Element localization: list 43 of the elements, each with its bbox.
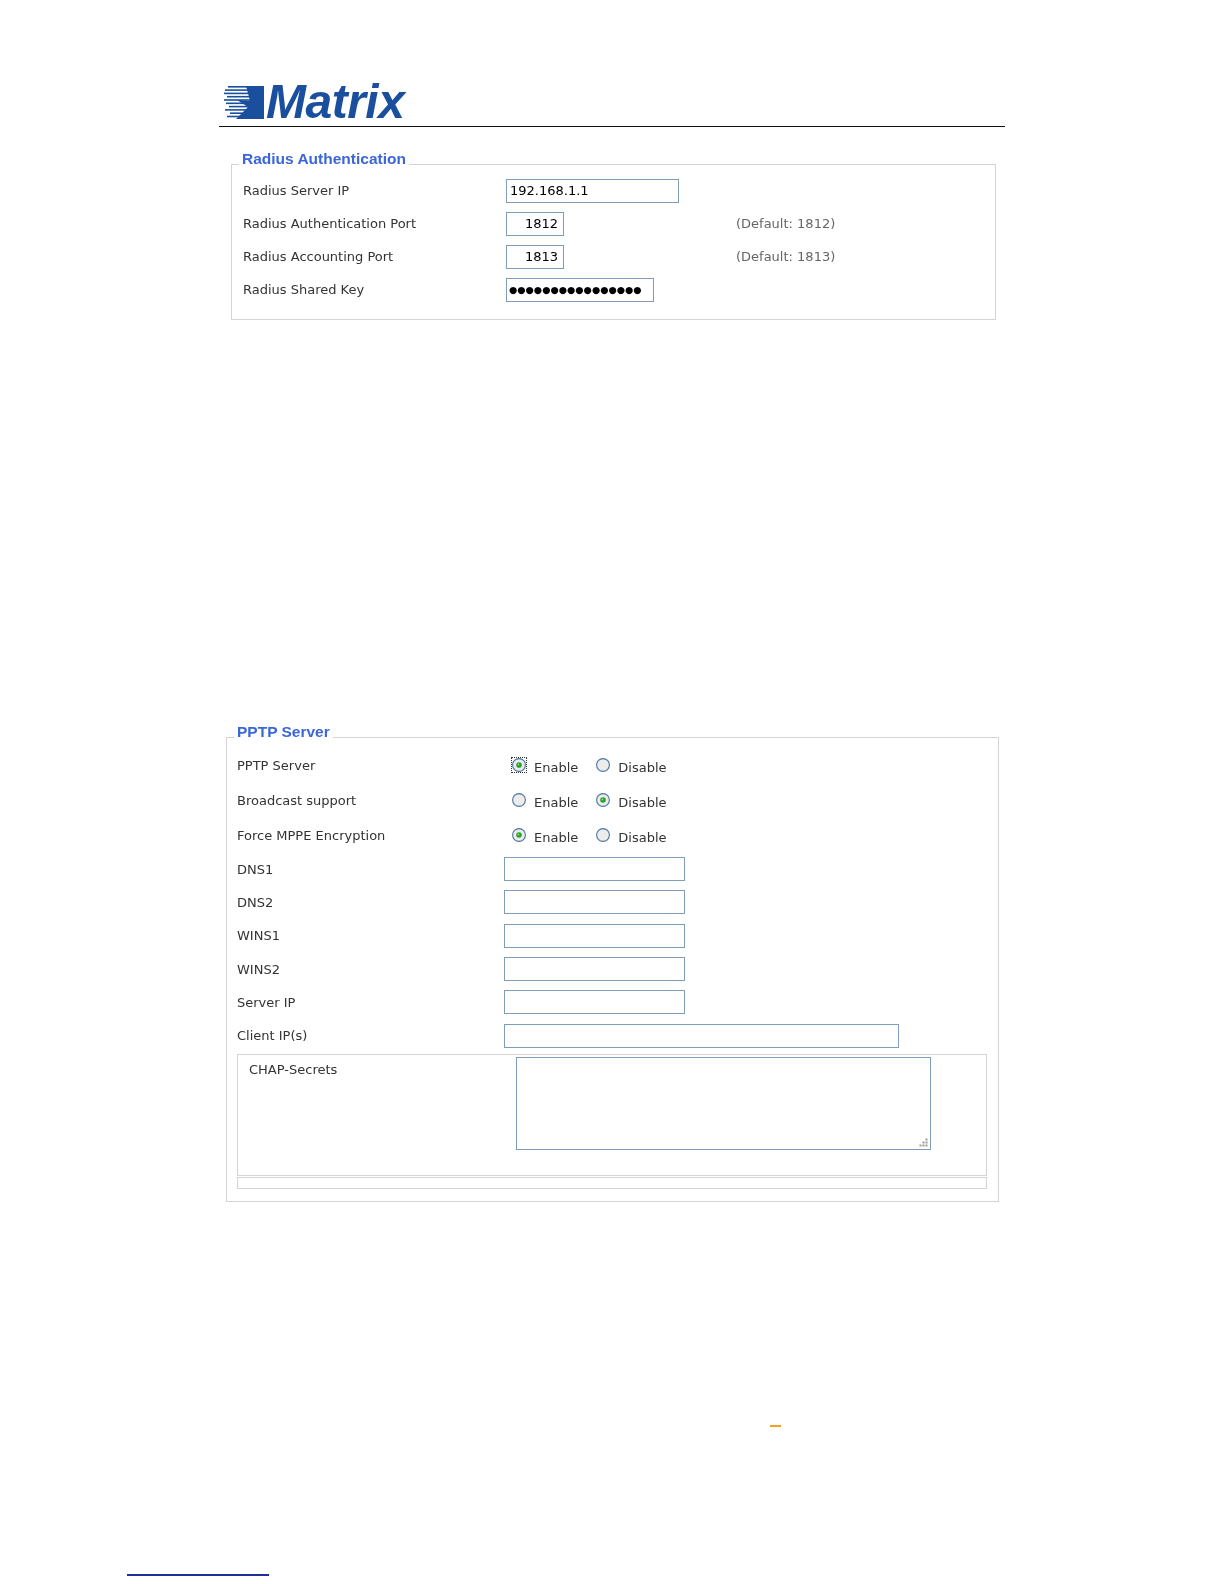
resize-grip-icon[interactable]	[919, 1138, 928, 1148]
radio-button[interactable]	[595, 827, 612, 843]
input-field[interactable]: 192.168.1.1	[506, 178, 679, 203]
field-label: Force MPPE Encryption	[237, 827, 387, 843]
field-label: Client IP(s)	[237, 1028, 309, 1044]
text-area-field[interactable]	[516, 1057, 931, 1151]
password-field[interactable]: ●●●●●●●●●●●●●●●●	[506, 277, 654, 302]
option-label[interactable]: Enable	[534, 759, 579, 775]
logo-wordmark: Matrix	[266, 83, 405, 121]
field-label: PPTP Server	[237, 757, 317, 773]
field-label: Broadcast support	[237, 792, 358, 808]
field-label: WINS1	[237, 928, 281, 944]
input-field[interactable]	[504, 890, 685, 915]
field-label: DNS1	[237, 861, 275, 877]
field-label: DNS2	[237, 894, 275, 910]
fieldset-legend: Radius Authentication	[239, 150, 409, 168]
option-label[interactable]: Enable	[534, 829, 579, 845]
input-field[interactable]	[504, 1023, 899, 1048]
radio-button[interactable]	[511, 792, 527, 808]
field-label: CHAP-Secrets	[248, 1061, 339, 1078]
field-label: Radius Server IP	[243, 183, 351, 198]
default-hint: (Default: 1812)	[736, 216, 837, 231]
radio-button[interactable]	[511, 757, 527, 773]
input-field[interactable]	[504, 957, 685, 982]
input-field[interactable]	[504, 923, 685, 948]
field-label: Radius Shared Key	[243, 282, 366, 297]
input-field[interactable]	[504, 857, 685, 882]
option-label[interactable]: Disable	[618, 794, 667, 810]
field-label: WINS2	[237, 961, 281, 977]
field-label: Radius Authentication Port	[243, 216, 418, 231]
input-field[interactable]	[504, 990, 685, 1015]
radio-button[interactable]	[595, 792, 612, 808]
field-label: Radius Accounting Port	[243, 249, 395, 264]
option-label[interactable]: Enable	[534, 794, 579, 810]
default-hint: (Default: 1813)	[736, 249, 837, 264]
option-label[interactable]: Disable	[618, 759, 667, 775]
input-field[interactable]: 1813	[506, 244, 564, 269]
radio-button[interactable]	[511, 827, 527, 843]
radio-button[interactable]	[595, 757, 612, 773]
field-label: Server IP	[237, 994, 297, 1010]
option-label[interactable]: Disable	[618, 829, 667, 845]
speed-lines-icon	[224, 85, 264, 119]
input-field[interactable]: 1812	[506, 211, 564, 236]
